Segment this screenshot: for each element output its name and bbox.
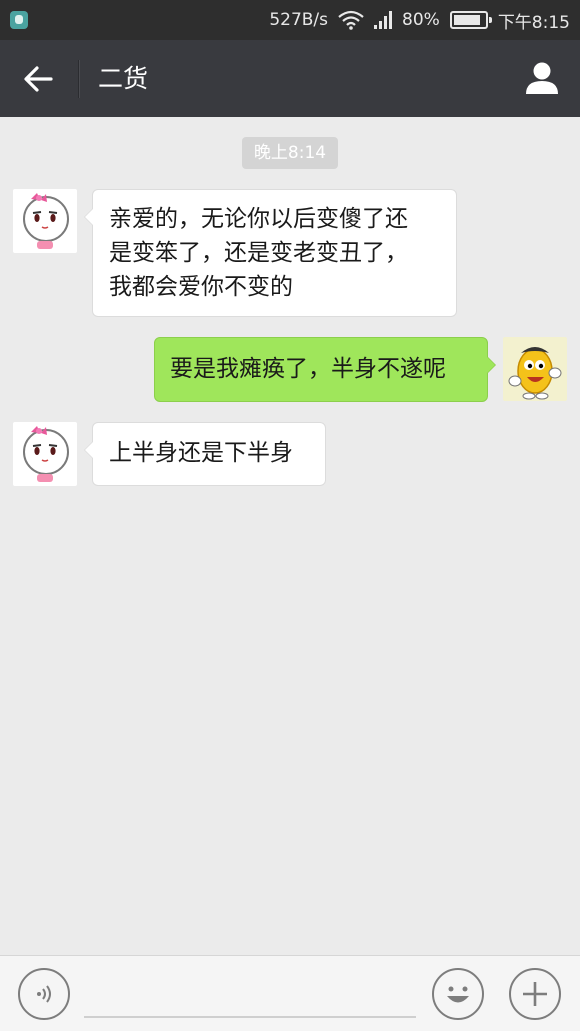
message-text-line: 亲爱的，无论你以后变傻了还 <box>109 206 408 232</box>
battery-percent: 80% <box>402 10 440 30</box>
input-bar <box>0 955 580 1031</box>
voice-button[interactable] <box>18 968 70 1020</box>
message-input[interactable] <box>84 970 416 1018</box>
message-text: 上半身还是下半身 <box>109 440 293 466</box>
message-text: 要是我瘫痪了，半身不遂呢 <box>170 356 446 382</box>
emoji-icon <box>447 986 469 1003</box>
message-text-line: 我都会爱你不变的 <box>109 274 293 300</box>
battery-icon <box>449 11 492 29</box>
person-icon <box>526 62 558 94</box>
app-icon <box>10 11 28 29</box>
profile-button[interactable] <box>520 56 564 100</box>
chat-title: 二货 <box>98 64 149 93</box>
back-button[interactable] <box>12 54 64 104</box>
more-button[interactable] <box>509 968 561 1020</box>
contact-avatar[interactable] <box>13 422 77 486</box>
contact-avatar[interactable] <box>13 189 77 253</box>
voice-icon <box>37 985 51 1003</box>
my-avatar[interactable] <box>503 337 567 401</box>
status-indicators: 527B/s 80% 下午8:15 <box>269 0 570 40</box>
chat-area[interactable]: 晚上8:14 亲爱的，无论你以后变傻了还 是变笨了，还是变老变丑了， 我都会爱你… <box>0 117 580 955</box>
arrow-left-icon <box>24 66 53 92</box>
girl-avatar-icon <box>13 189 77 253</box>
clock: 下午8:15 <box>497 12 570 33</box>
message-bubble[interactable]: 亲爱的，无论你以后变傻了还 是变笨了，还是变老变丑了， 我都会爱你不变的 <box>84 189 457 317</box>
signal-icon <box>374 11 393 29</box>
message-bubble[interactable]: 要是我瘫痪了，半身不遂呢 <box>154 337 496 402</box>
wifi-icon <box>338 10 364 30</box>
net-speed: 527B/s <box>269 10 329 30</box>
emoji-button[interactable] <box>432 968 484 1020</box>
yellow-character-avatar-icon <box>503 337 567 401</box>
plus-icon <box>523 982 547 1006</box>
girl-avatar-icon <box>13 422 77 486</box>
message-timestamp: 晚上8:14 <box>242 137 338 169</box>
status-bar: 527B/s 80% 下午8:15 <box>0 0 580 40</box>
chat-header: 二货 <box>0 40 580 117</box>
nav-divider <box>78 60 79 98</box>
message-text-line: 是变笨了，还是变老变丑了， <box>109 240 408 266</box>
message-bubble[interactable]: 上半身还是下半身 <box>84 422 326 486</box>
